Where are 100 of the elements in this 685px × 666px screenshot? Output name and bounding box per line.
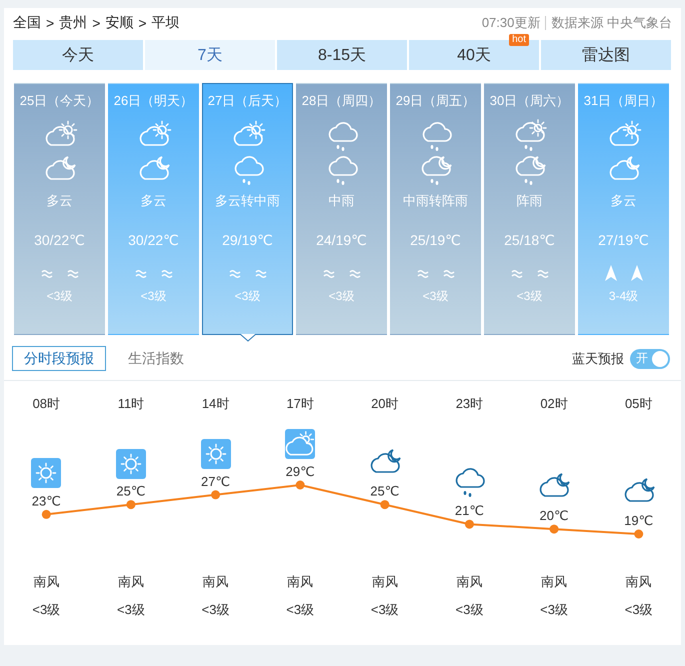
wind-waves-icon [66, 268, 78, 278]
wind-arrow-icon [604, 265, 616, 281]
temperature-point [464, 520, 474, 529]
day-temperature: 24/19℃ [316, 232, 367, 250]
temperature-unit: ℃ [638, 513, 654, 528]
day-wind-level: 3-4级 [608, 288, 638, 305]
hour-label: 17时 [286, 395, 314, 413]
wind-arrow-icon [630, 265, 642, 281]
selected-pointer [240, 334, 256, 342]
range-tab[interactable]: 7天 [145, 40, 275, 70]
range-tab[interactable]: 8-15天 [277, 40, 407, 70]
day-card[interactable]: 25日（今天） 多云 30/22℃ <3级 [14, 83, 105, 335]
cloud-sun-icon [285, 429, 316, 459]
breadcrumb-separator: > [46, 15, 54, 31]
day-temperature: 29/19℃ [222, 232, 273, 250]
day-weather: 多云 [140, 192, 166, 210]
wind-waves-icon [160, 268, 172, 278]
sun-icon [31, 458, 62, 488]
day-weather: 多云 [610, 192, 636, 210]
wind-waves-icon [442, 268, 454, 278]
day-wind-level: <3级 [328, 288, 354, 305]
wind-direction: 南风 [372, 573, 398, 591]
hour-label: 23时 [456, 395, 484, 413]
day-date: 26日（明天） [114, 92, 194, 110]
wind-direction: 南风 [118, 573, 144, 591]
data-source: 数据来源 中央气象台 [551, 14, 672, 32]
temperature-value: 21 [454, 503, 470, 518]
wind-direction: 南风 [287, 573, 314, 591]
day-card[interactable]: 28日（周四） 中雨 24/19℃ <3级 [296, 83, 387, 335]
day-wind-level: <3级 [46, 288, 72, 305]
range-tab[interactable]: 今天 [13, 40, 143, 70]
wind-waves-icon [510, 268, 522, 278]
wind-level: <3级 [624, 601, 653, 619]
day-temperature: 25/19℃ [410, 232, 461, 250]
temperature-point [634, 530, 644, 538]
wind-level: <3级 [540, 601, 568, 619]
wind-level: <3级 [32, 601, 60, 619]
day-date: 30日（周六） [490, 92, 570, 110]
update-time: 07:30更新 [482, 14, 540, 32]
temperature-unit: ℃ [216, 474, 230, 489]
temperature-value: 25 [116, 484, 131, 499]
wind-level: <3级 [202, 601, 230, 619]
wind-waves-icon [228, 268, 240, 278]
wind-waves-icon [254, 268, 266, 278]
wind-waves-icon [40, 268, 52, 278]
day-wind-level: <3级 [140, 288, 166, 305]
hour-label: 02时 [540, 395, 568, 413]
day-card[interactable]: 29日（周五） 中雨转阵雨 25/19℃ <3级 [390, 83, 481, 335]
temperature-unit: ℃ [300, 464, 315, 479]
breadcrumb-separator: > [92, 15, 100, 31]
forecast-tab[interactable]: 分时段预报 [12, 346, 106, 371]
day-weather: 阵雨 [516, 192, 542, 210]
wind-direction: 南风 [456, 573, 482, 591]
wind-level: <3级 [370, 601, 399, 619]
day-temperature: 25/18℃ [504, 232, 555, 250]
temperature-point [211, 490, 220, 500]
temperature-value: 29 [286, 464, 300, 479]
day-date: 25日（今天） [20, 92, 100, 110]
wind-waves-icon [322, 268, 334, 278]
breadcrumb-link[interactable]: 贵州 [59, 14, 88, 32]
day-date: 29日（周五） [396, 92, 476, 110]
breadcrumb-link[interactable]: 安顺 [105, 14, 134, 32]
hour-label: 05时 [624, 395, 652, 413]
hour-label: 20时 [371, 395, 399, 413]
day-weather: 中雨转阵雨 [403, 192, 468, 210]
day-weather: 中雨 [328, 192, 354, 210]
day-weather: 多云 [46, 192, 72, 210]
hour-label: 14时 [202, 395, 230, 413]
temperature-unit: ℃ [384, 484, 400, 499]
wind-level: <3级 [286, 601, 314, 619]
sun-icon [116, 448, 146, 479]
sun-icon [200, 438, 231, 469]
temperature-point [380, 500, 390, 510]
range-tab[interactable]: 雷达图 [541, 40, 671, 70]
wind-direction: 南风 [541, 573, 568, 591]
day-wind-level: <3级 [516, 288, 542, 305]
wind-waves-icon [416, 268, 428, 278]
day-date: 28日（周四） [302, 92, 382, 110]
temperature-value: 23 [32, 493, 46, 508]
temperature-unit: ℃ [554, 508, 569, 524]
breadcrumb-link[interactable]: 全国 [13, 14, 41, 32]
day-date: 27日（后天） [208, 92, 288, 110]
day-card[interactable]: 30日（周六） 阵雨 25/18℃ <3级 [484, 83, 575, 335]
temperature-point [42, 510, 51, 519]
hot-badge: hot [509, 34, 529, 46]
day-temperature: 27/19℃ [598, 232, 649, 250]
hour-label: 11时 [118, 395, 144, 413]
day-wind-level: <3级 [422, 288, 448, 305]
wind-level: <3级 [456, 601, 484, 619]
wind-direction: 南风 [626, 573, 652, 591]
temperature-point [550, 524, 559, 534]
temperature-value: 27 [201, 474, 216, 489]
breadcrumb-separator: > [138, 15, 147, 31]
wind-level: <3级 [117, 601, 145, 619]
temperature-value: 25 [370, 484, 385, 499]
hour-label: 08时 [32, 395, 60, 413]
breadcrumb-link[interactable]: 平坝 [152, 14, 180, 32]
temperature-value: 19 [624, 513, 639, 528]
temperature-unit: ℃ [469, 503, 484, 518]
temperature-unit: ℃ [46, 493, 61, 508]
